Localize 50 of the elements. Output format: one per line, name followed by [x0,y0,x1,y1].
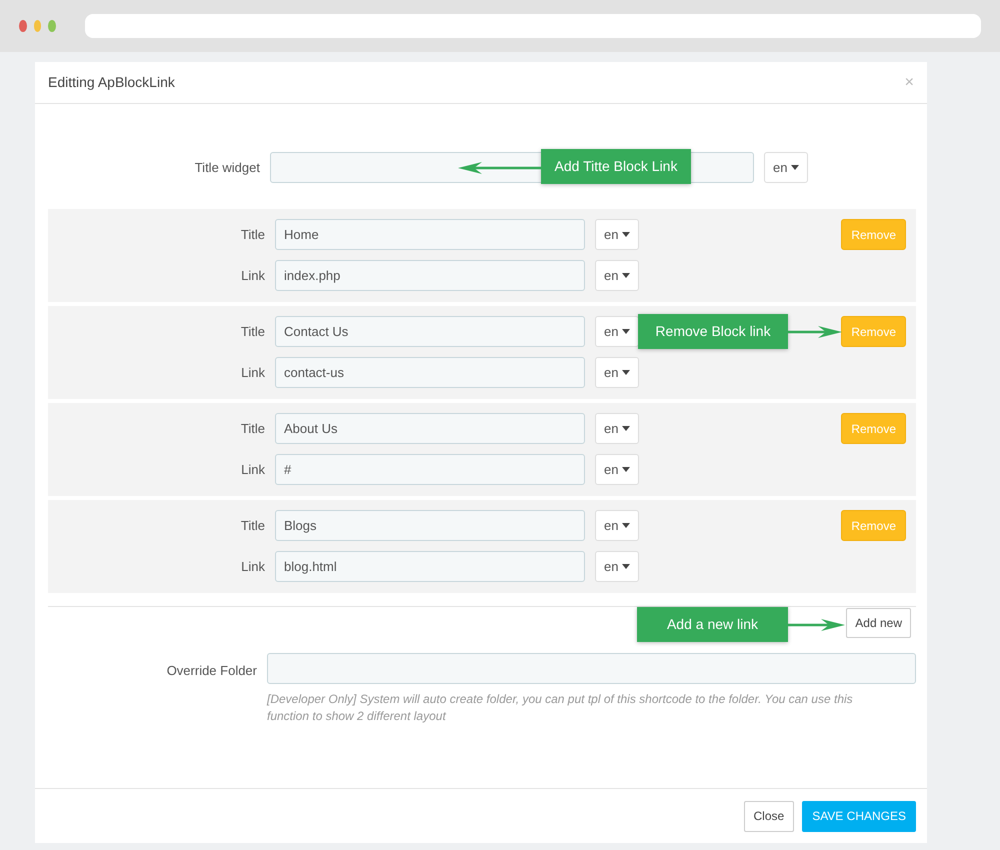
link-input[interactable]: contact-us [275,357,585,388]
field-label: Link [240,364,266,382]
caret-icon [622,564,630,569]
caret-icon [622,426,630,431]
field-label: Link [240,558,266,576]
caret-icon [622,467,630,472]
close-dialog-button[interactable]: Close [744,800,794,832]
caret-icon [622,273,630,278]
caret-icon [622,523,630,528]
field-label: Link [240,266,266,285]
maximize-window-dot[interactable] [48,20,56,32]
field-label: Title [240,516,266,535]
field-label: Title [240,226,266,244]
caret-icon [622,370,630,375]
callout-tooltip: Remove Block link [638,314,788,349]
caret-icon [622,232,630,237]
link-input[interactable]: index.php [275,260,585,291]
modal-title: Editting ApBlockLink [48,73,175,92]
language-dropdown[interactable]: en [595,316,640,347]
caret-icon [791,165,800,170]
field-label: Title widget [194,158,261,177]
language-dropdown[interactable]: en [764,152,808,183]
pointer-arrow [788,326,842,338]
language-dropdown[interactable]: en [595,357,640,388]
pointer-arrow [788,619,845,631]
language-dropdown[interactable]: en [595,510,640,541]
language-dropdown[interactable]: en [595,454,640,485]
field-label: Title [240,420,266,438]
link-input[interactable]: # [275,454,585,485]
field-label: Title [240,322,266,341]
language-dropdown[interactable]: en [595,260,640,291]
minimize-window-dot[interactable] [34,20,42,32]
language-dropdown[interactable]: en [595,219,640,250]
close-window-dot[interactable] [19,20,27,32]
language-dropdown[interactable]: en [595,551,640,582]
callout-tooltip: Add Titte Block Link [541,149,691,184]
field-label: Link [240,460,266,479]
title-input[interactable]: Home [275,219,585,250]
title-input[interactable]: Blogs [275,510,585,541]
field-label: Override Folder [166,662,258,680]
link-input[interactable]: blog.html [275,551,585,582]
title-input[interactable]: Contact Us [275,316,585,347]
callout-tooltip: Add a new link [637,607,788,642]
add-new-button[interactable]: Add new [846,608,911,638]
title-input[interactable]: About Us [275,413,585,444]
override-folder-input[interactable] [267,653,916,684]
help-text: [Developer Only] System will auto create folder, you can put tpl of this shortcode to the folder. You can use this function to show 2 different layout [267,691,854,725]
caret-icon [622,329,630,334]
address-bar[interactable] [85,14,982,38]
language-dropdown[interactable]: en [595,413,640,444]
